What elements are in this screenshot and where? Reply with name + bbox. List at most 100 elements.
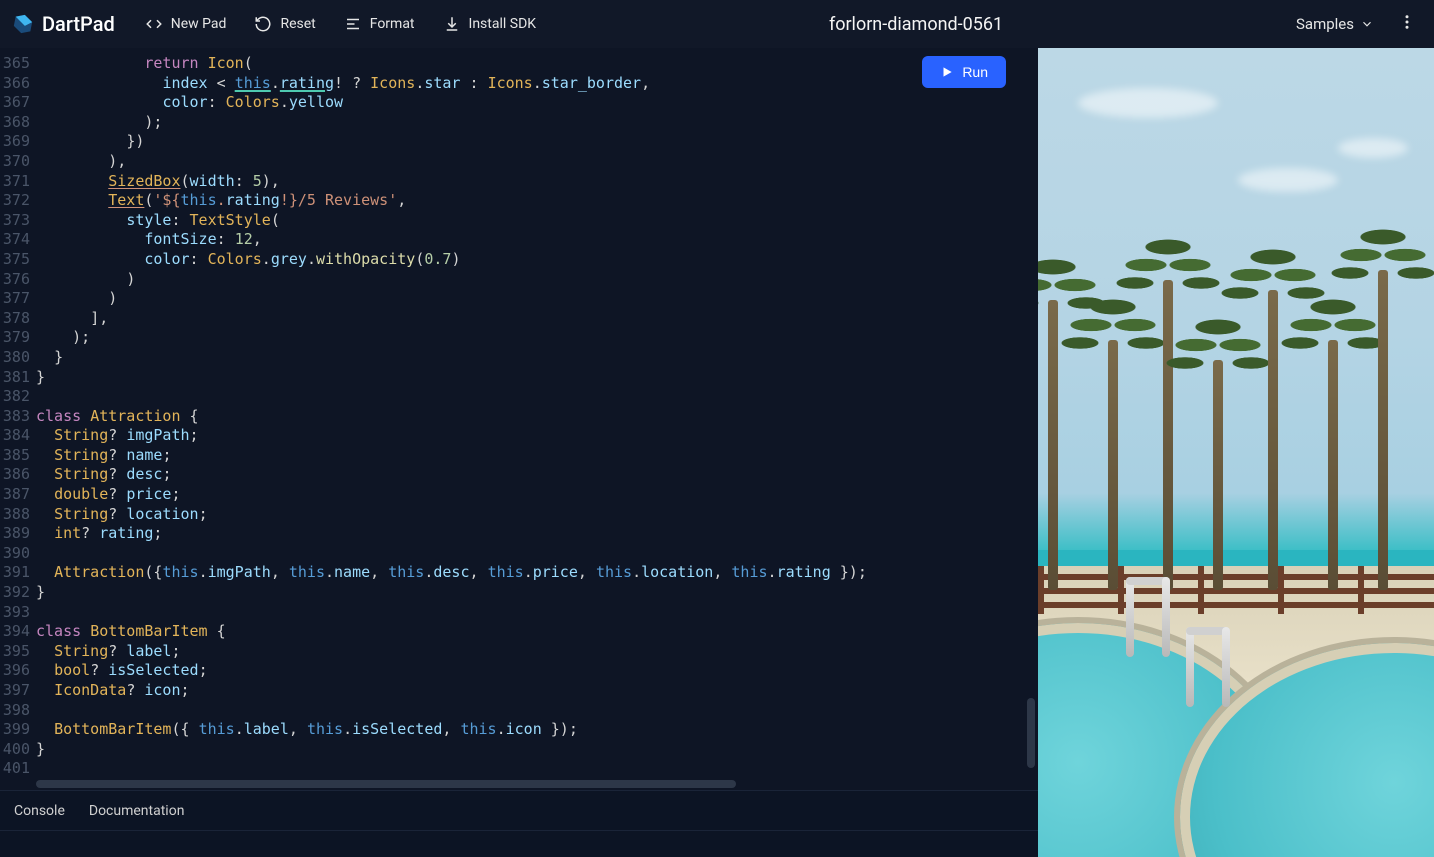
reset-button[interactable]: Reset [244,9,325,39]
line-number: 387 [0,485,30,505]
code-line[interactable]: String? location; [36,505,1038,525]
bottom-tabs: Console Documentation [0,790,1038,830]
vertical-scrollbar-thumb[interactable] [1027,698,1035,768]
code-line[interactable]: Text('${this.rating!}/5 Reviews', [36,191,1038,211]
palm-tree [1048,300,1058,590]
new-pad-button[interactable]: New Pad [135,9,237,39]
line-number: 380 [0,348,30,368]
line-number: 388 [0,505,30,525]
code-line[interactable] [36,544,1038,564]
code-line[interactable]: SizedBox(width: 5), [36,172,1038,192]
line-number: 377 [0,289,30,309]
line-number: 394 [0,622,30,642]
code-line[interactable]: Attraction({this.imgPath, this.name, thi… [36,563,1038,583]
code-line[interactable]: IconData? icon; [36,681,1038,701]
vertical-scrollbar-track[interactable] [1024,48,1038,766]
line-number: 382 [0,387,30,407]
code-line[interactable] [36,387,1038,407]
cloud [1338,138,1408,158]
line-number: 368 [0,113,30,133]
code-line[interactable] [36,759,1038,778]
editor-pane: Run 365366367368369370371372373374375376… [0,48,1038,857]
code-line[interactable]: fontSize: 12, [36,230,1038,250]
code-line[interactable]: } [36,583,1038,603]
tab-console[interactable]: Console [14,803,65,819]
cloud [1078,88,1218,118]
palm-tree [1268,290,1278,590]
code-content[interactable]: return Icon( index < this.rating! ? Icon… [36,48,1038,778]
line-number: 372 [0,191,30,211]
project-name[interactable]: forlorn-diamond-0561 [829,14,1003,35]
line-number: 381 [0,368,30,388]
samples-dropdown[interactable]: Samples [1286,9,1384,39]
line-number: 367 [0,93,30,113]
code-line[interactable]: ], [36,309,1038,329]
format-button[interactable]: Format [334,9,425,39]
line-number: 401 [0,759,30,778]
pool-ladder [1118,577,1178,657]
tab-documentation[interactable]: Documentation [89,803,185,819]
play-icon [940,65,954,79]
code-line[interactable]: class BottomBarItem { [36,622,1038,642]
logo[interactable]: DartPad [12,12,115,36]
line-number: 371 [0,172,30,192]
line-number: 398 [0,701,30,721]
code-line[interactable]: BottomBarItem({ this.label, this.isSelec… [36,720,1038,740]
format-icon [344,15,362,33]
code-line[interactable]: ) [36,289,1038,309]
line-number: 373 [0,211,30,231]
line-number: 389 [0,524,30,544]
code-line[interactable]: double? price; [36,485,1038,505]
run-button[interactable]: Run [922,56,1006,88]
code-line[interactable]: String? name; [36,446,1038,466]
code-line[interactable]: style: TextStyle( [36,211,1038,231]
palm-tree [1108,340,1118,590]
code-line[interactable]: ); [36,328,1038,348]
install-sdk-button[interactable]: Install SDK [433,9,547,39]
pool-ladder [1178,627,1238,707]
code-line[interactable]: }) [36,132,1038,152]
code-line[interactable]: ), [36,152,1038,172]
line-number: 397 [0,681,30,701]
chevron-down-icon [1360,17,1374,31]
line-number: 376 [0,270,30,290]
line-number: 400 [0,740,30,760]
preview-fence [1038,566,1434,614]
line-number: 378 [0,309,30,329]
code-line[interactable]: } [36,368,1038,388]
code-line[interactable]: int? rating; [36,524,1038,544]
line-number: 369 [0,132,30,152]
palm-tree [1328,340,1338,590]
app-name: DartPad [42,12,115,36]
horizontal-scrollbar-thumb[interactable] [36,780,736,788]
code-line[interactable]: String? imgPath; [36,426,1038,446]
code-line[interactable]: ); [36,113,1038,133]
code-line[interactable]: } [36,740,1038,760]
code-line[interactable]: color: Colors.grey.withOpacity(0.7) [36,250,1038,270]
code-line[interactable]: } [36,348,1038,368]
code-line[interactable]: ) [36,270,1038,290]
line-gutter: 3653663673683693703713723733743753763773… [0,48,36,778]
palm-tree [1213,360,1223,590]
code-line[interactable]: index < this.rating! ? Icons.star : Icon… [36,74,1038,94]
line-number: 366 [0,74,30,94]
code-line[interactable]: return Icon( [36,54,1038,74]
status-bar [0,830,1038,857]
code-line[interactable]: color: Colors.yellow [36,93,1038,113]
dartpad-logo-icon [12,13,34,35]
code-line[interactable] [36,603,1038,623]
code-line[interactable]: String? label; [36,642,1038,662]
code-editor[interactable]: 3653663673683693703713723733743753763773… [0,48,1038,778]
code-line[interactable]: class Attraction { [36,407,1038,427]
code-line[interactable] [36,701,1038,721]
line-number: 392 [0,583,30,603]
app-header: DartPad New Pad Reset Format Install SDK… [0,0,1434,48]
line-number: 391 [0,563,30,583]
code-line[interactable]: String? desc; [36,465,1038,485]
main-area: Run 365366367368369370371372373374375376… [0,48,1434,857]
more-menu-button[interactable] [1392,7,1422,41]
horizontal-scrollbar-track[interactable] [0,778,1038,790]
line-number: 395 [0,642,30,662]
line-number: 384 [0,426,30,446]
code-line[interactable]: bool? isSelected; [36,661,1038,681]
